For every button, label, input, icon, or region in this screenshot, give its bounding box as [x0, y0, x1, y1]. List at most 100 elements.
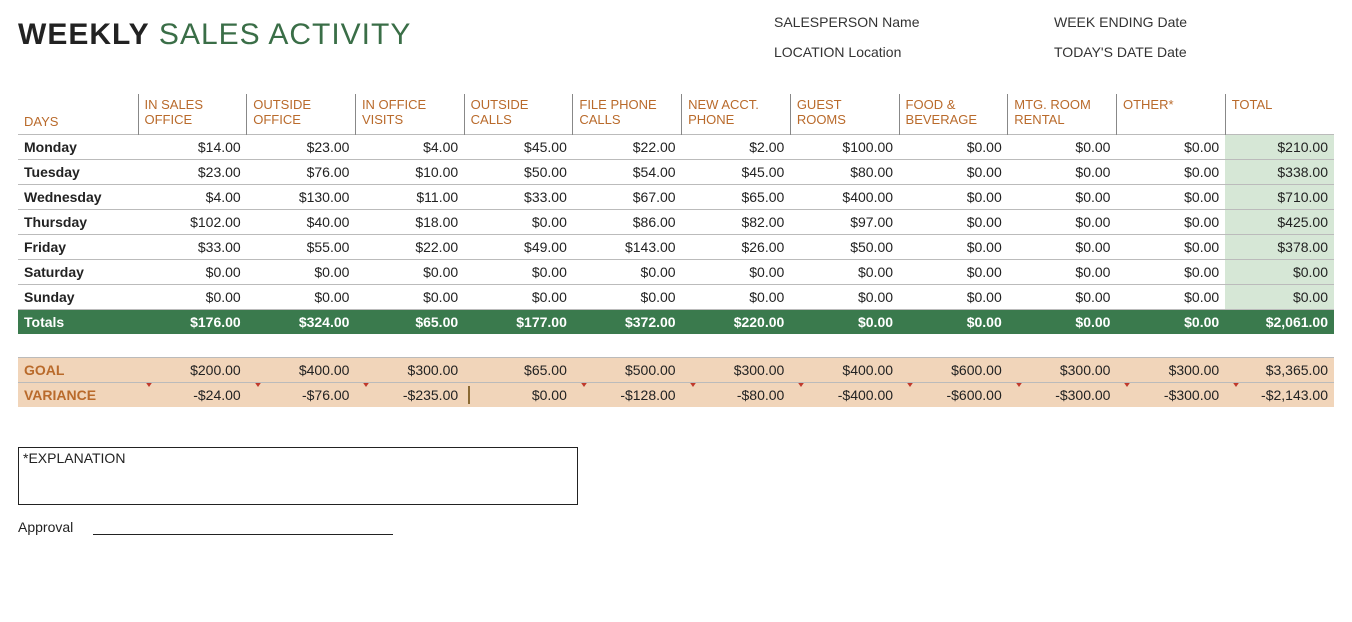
value-cell[interactable]: $2.00: [682, 134, 791, 159]
value-cell[interactable]: $0.00: [899, 259, 1008, 284]
value-cell[interactable]: $0.00: [1116, 209, 1225, 234]
value-cell[interactable]: $210.00: [1225, 134, 1334, 159]
col-guest-rooms: GUEST ROOMS: [790, 94, 899, 134]
value-cell[interactable]: $80.00: [790, 159, 899, 184]
value-cell[interactable]: $0.00: [1008, 159, 1117, 184]
approval-signature-line[interactable]: [93, 520, 393, 535]
value-cell[interactable]: $45.00: [682, 159, 791, 184]
value-cell[interactable]: $0.00: [573, 259, 682, 284]
value-cell[interactable]: $76.00: [247, 159, 356, 184]
value-cell[interactable]: $710.00: [1225, 184, 1334, 209]
value-cell[interactable]: $0.00: [464, 259, 573, 284]
value-cell[interactable]: $22.00: [573, 134, 682, 159]
value-cell[interactable]: $0.00: [1008, 284, 1117, 309]
value-cell[interactable]: $0.00: [899, 159, 1008, 184]
value-cell[interactable]: $82.00: [682, 209, 791, 234]
variance-cell: -$300.00: [1008, 383, 1117, 408]
value-cell[interactable]: $500.00: [573, 358, 682, 383]
value-cell[interactable]: $54.00: [573, 159, 682, 184]
value-cell[interactable]: $0.00: [355, 259, 464, 284]
value-cell[interactable]: $0.00: [899, 234, 1008, 259]
value-cell[interactable]: $425.00: [1225, 209, 1334, 234]
value-cell[interactable]: $33.00: [138, 234, 247, 259]
value-cell[interactable]: $0.00: [790, 284, 899, 309]
value-cell[interactable]: $4.00: [138, 184, 247, 209]
value-cell[interactable]: $50.00: [790, 234, 899, 259]
value-cell[interactable]: $300.00: [682, 358, 791, 383]
goal-row: GOAL$200.00$400.00$300.00$65.00$500.00$3…: [18, 358, 1334, 383]
value-cell[interactable]: $0.00: [1225, 259, 1334, 284]
value-cell[interactable]: $65.00: [464, 358, 573, 383]
value-cell[interactable]: $102.00: [138, 209, 247, 234]
value-cell[interactable]: $0.00: [573, 284, 682, 309]
value-cell[interactable]: $97.00: [790, 209, 899, 234]
value-cell[interactable]: $50.00: [464, 159, 573, 184]
value-cell[interactable]: $45.00: [464, 134, 573, 159]
table-row: Saturday$0.00$0.00$0.00$0.00$0.00$0.00$0…: [18, 259, 1334, 284]
value-cell[interactable]: $26.00: [682, 234, 791, 259]
value-cell[interactable]: $143.00: [573, 234, 682, 259]
value-cell[interactable]: $0.00: [247, 259, 356, 284]
value-cell[interactable]: $0.00: [1116, 259, 1225, 284]
value-cell[interactable]: $0.00: [1225, 284, 1334, 309]
value-cell[interactable]: $100.00: [790, 134, 899, 159]
value-cell[interactable]: $18.00: [355, 209, 464, 234]
value-cell[interactable]: $22.00: [355, 234, 464, 259]
value-cell[interactable]: $86.00: [573, 209, 682, 234]
value-cell[interactable]: $400.00: [247, 358, 356, 383]
value-cell[interactable]: $0.00: [899, 184, 1008, 209]
value-cell[interactable]: $0.00: [138, 259, 247, 284]
value-cell[interactable]: $378.00: [1225, 234, 1334, 259]
value-cell[interactable]: $10.00: [355, 159, 464, 184]
value-cell[interactable]: $0.00: [138, 284, 247, 309]
variance-down-icon: [794, 383, 808, 404]
value-cell[interactable]: $300.00: [1116, 358, 1225, 383]
value-cell[interactable]: $300.00: [1008, 358, 1117, 383]
value-cell[interactable]: $23.00: [247, 134, 356, 159]
value-cell[interactable]: $400.00: [790, 184, 899, 209]
value-cell[interactable]: $200.00: [138, 358, 247, 383]
location-field: LOCATION Location: [774, 44, 1054, 60]
value-cell[interactable]: $338.00: [1225, 159, 1334, 184]
day-cell: Tuesday: [18, 159, 138, 184]
value-cell[interactable]: $65.00: [682, 184, 791, 209]
value-cell[interactable]: $0.00: [1008, 184, 1117, 209]
value-cell[interactable]: $67.00: [573, 184, 682, 209]
col-new-acct-phone: NEW ACCT. PHONE: [682, 94, 791, 134]
value-cell[interactable]: $23.00: [138, 159, 247, 184]
value-cell[interactable]: $0.00: [1008, 134, 1117, 159]
value-cell[interactable]: $0.00: [1008, 234, 1117, 259]
value-cell[interactable]: $3,365.00: [1225, 358, 1334, 383]
value-cell[interactable]: $49.00: [464, 234, 573, 259]
value-cell[interactable]: $0.00: [464, 209, 573, 234]
value-cell[interactable]: $400.00: [790, 358, 899, 383]
value-cell[interactable]: $0.00: [899, 284, 1008, 309]
value-cell[interactable]: $0.00: [1008, 259, 1117, 284]
value-cell[interactable]: $300.00: [355, 358, 464, 383]
value-cell[interactable]: $0.00: [247, 284, 356, 309]
value-cell[interactable]: $600.00: [899, 358, 1008, 383]
value-cell[interactable]: $0.00: [1116, 134, 1225, 159]
value-cell[interactable]: $130.00: [247, 184, 356, 209]
value-cell[interactable]: $55.00: [247, 234, 356, 259]
value-cell[interactable]: $0.00: [899, 209, 1008, 234]
value-cell[interactable]: $4.00: [355, 134, 464, 159]
value-cell[interactable]: $0.00: [1116, 184, 1225, 209]
value-cell[interactable]: $14.00: [138, 134, 247, 159]
value-cell[interactable]: $33.00: [464, 184, 573, 209]
value-cell[interactable]: $0.00: [682, 284, 791, 309]
value-cell[interactable]: $0.00: [1008, 209, 1117, 234]
explanation-box[interactable]: *EXPLANATION: [18, 447, 578, 505]
value-cell[interactable]: $11.00: [355, 184, 464, 209]
salesperson-field: SALESPERSON Name: [774, 14, 1054, 30]
value-cell[interactable]: $0.00: [899, 134, 1008, 159]
value-cell[interactable]: $0.00: [355, 284, 464, 309]
value-cell[interactable]: $0.00: [1116, 159, 1225, 184]
value-cell[interactable]: $0.00: [464, 284, 573, 309]
value-cell[interactable]: $40.00: [247, 209, 356, 234]
totals-row: Totals$176.00$324.00$65.00$177.00$372.00…: [18, 309, 1334, 334]
value-cell[interactable]: $0.00: [682, 259, 791, 284]
value-cell[interactable]: $0.00: [1116, 284, 1225, 309]
value-cell[interactable]: $0.00: [790, 259, 899, 284]
value-cell[interactable]: $0.00: [1116, 234, 1225, 259]
